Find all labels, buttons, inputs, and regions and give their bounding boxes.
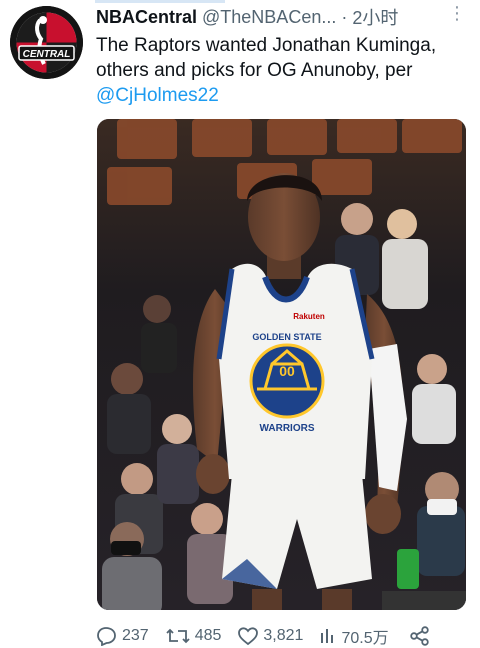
jersey-bottom-text: WARRIORS [260,423,315,434]
nba-central-logo: CENTRAL [10,6,83,79]
jersey-number: 00 [279,363,295,379]
views-count: 70.5万 [341,630,389,647]
share-icon [409,626,429,646]
jersey-top-text: GOLDEN STATE [252,332,321,342]
separator-dot: · [341,6,348,27]
author-handle[interactable]: @TheNBACen... [202,7,336,28]
jersey-sponsor: Rakuten [293,312,325,321]
views-chart-icon [321,629,334,643]
retweet-icon [166,628,190,644]
tweet-header: NBACentral @TheNBACen... · 2小时 ⋮ [96,4,472,30]
reply-button[interactable]: 237 [96,626,149,646]
retweet-button[interactable]: 485 [165,626,222,646]
like-button[interactable]: 3,821 [237,626,303,646]
author-name[interactable]: NBACentral [96,7,197,28]
reply-icon [97,627,116,646]
share-button[interactable] [409,626,431,646]
tweet-photo[interactable]: 00 GOLDEN STATE WARRIORS Rakuten [97,119,466,610]
mention-link[interactable]: @CjHolmes22 [96,83,472,108]
avatar-logo-text: CENTRAL [23,49,71,60]
retweet-count: 485 [194,627,222,644]
timestamp[interactable]: 2小时 [352,4,398,30]
tweet-text: The Raptors wanted Jonathan Kuminga, oth… [96,33,472,108]
tweet-actions: 237 485 3,821 70.5万 [96,624,472,648]
tweet-text-line-2: others and picks for OG Anunoby, per [96,60,413,81]
more-options-icon[interactable]: ⋮ [448,4,466,22]
views-button[interactable]: 70.5万 [319,624,389,648]
heart-icon [238,627,259,646]
reply-count: 237 [122,627,149,644]
top-divider [95,0,225,3]
photo-basketball-player: 00 GOLDEN STATE WARRIORS Rakuten [97,119,466,610]
like-count: 3,821 [263,627,304,644]
avatar[interactable]: CENTRAL [10,6,83,79]
tweet-text-line-1: The Raptors wanted Jonathan Kuminga, [96,35,437,56]
